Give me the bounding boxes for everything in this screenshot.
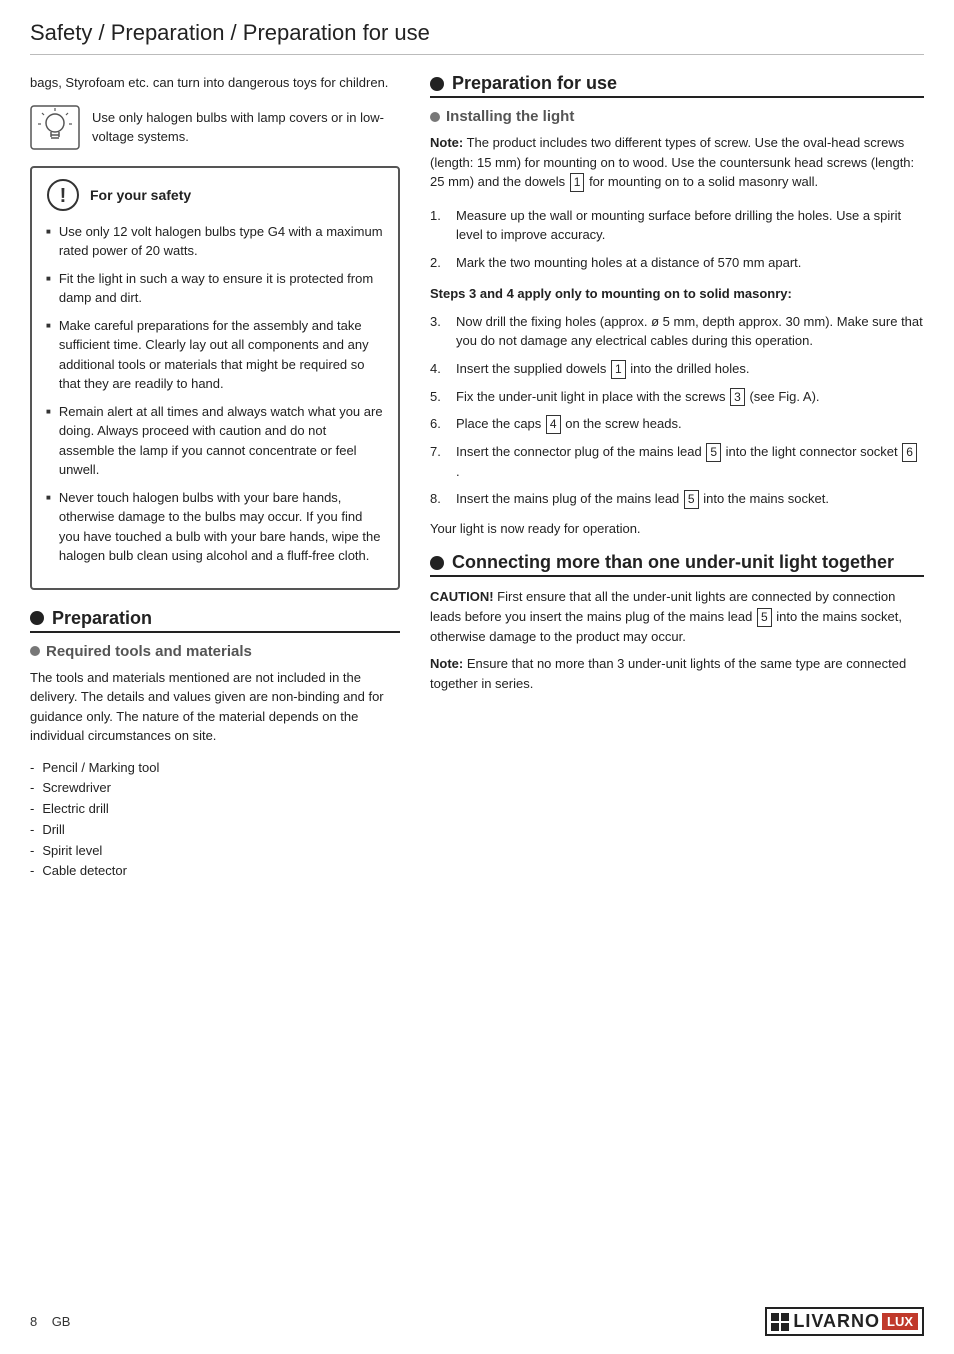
safety-bullet-4: Remain alert at all times and always wat… [46, 402, 384, 480]
initial-steps-list: 1. Measure up the wall or mounting surfa… [430, 206, 924, 273]
brand-sq-2 [781, 1313, 789, 1321]
tools-subheading: Required tools and materials [30, 643, 400, 660]
step-4-num: 4. [430, 359, 448, 379]
prep-for-use-heading: Preparation for use [430, 73, 924, 98]
step-7-ref-6: 6 [902, 443, 917, 462]
tool-5: Spirit level [30, 841, 400, 862]
intro-text: bags, Styrofoam etc. can turn into dange… [30, 73, 400, 93]
installing-subheading: Installing the light [430, 108, 924, 125]
ready-text: Your light is now ready for operation. [430, 521, 924, 536]
caution-text: CAUTION! First ensure that all the under… [430, 587, 924, 646]
safety-bullet-list: Use only 12 volt halogen bulbs type G4 w… [46, 222, 384, 566]
step-6-ref: 4 [546, 415, 561, 434]
step-8-num: 8. [430, 489, 448, 509]
tools-list: Pencil / Marking tool Screwdriver Electr… [30, 758, 400, 883]
page: Safety / Preparation / Preparation for u… [0, 0, 954, 1354]
tool-1: Pencil / Marking tool [30, 758, 400, 779]
step-7-num: 7. [430, 442, 448, 481]
brand-sq-4 [781, 1323, 789, 1331]
brand-logo: LIVARNO LUX [765, 1307, 924, 1336]
footer: 8 GB LIVARNO LUX [30, 1307, 924, 1336]
tool-4: Drill [30, 820, 400, 841]
masonry-header: Steps 3 and 4 apply only to mounting on … [430, 284, 924, 304]
caution-note-label: Note: [430, 656, 463, 671]
tools-dot [30, 646, 40, 656]
preparation-dot [30, 611, 44, 625]
exclamation-icon: ! [46, 178, 80, 212]
tool-3: Electric drill [30, 799, 400, 820]
preparation-heading: Preparation [30, 608, 400, 633]
brand-squares-icon [771, 1313, 789, 1331]
safety-bullet-2: Fit the light in such a way to ensure it… [46, 269, 384, 308]
tools-body: The tools and materials mentioned are no… [30, 668, 400, 746]
right-column: Preparation for use Installing the light… [430, 73, 924, 892]
step-1-num: 1. [430, 206, 448, 245]
step-5-ref: 3 [730, 388, 745, 407]
step-8: 8. Insert the mains plug of the mains le… [430, 489, 924, 509]
step-5-num: 5. [430, 387, 448, 407]
safety-bullet-5: Never touch halogen bulbs with your bare… [46, 488, 384, 566]
step-6-num: 6. [430, 414, 448, 434]
connecting-heading: Connecting more than one under-unit ligh… [430, 552, 924, 577]
step-7-ref-5: 5 [706, 443, 721, 462]
step-4: 4. Insert the supplied dowels 1 into the… [430, 359, 924, 379]
safety-box: ! For your safety Use only 12 volt halog… [30, 166, 400, 590]
bulb-icon [30, 105, 80, 150]
step-7: 7. Insert the connector plug of the main… [430, 442, 924, 481]
bulb-note: Use only halogen bulbs with lamp covers … [92, 108, 400, 147]
content-columns: bags, Styrofoam etc. can turn into dange… [30, 73, 924, 892]
note-ref-1: 1 [570, 173, 585, 192]
page-number: 8 GB [30, 1314, 70, 1329]
brand-sq-1 [771, 1313, 779, 1321]
left-column: bags, Styrofoam etc. can turn into dange… [30, 73, 400, 892]
step-3: 3. Now drill the fixing holes (approx. ø… [430, 312, 924, 351]
safety-bullet-1: Use only 12 volt halogen bulbs type G4 w… [46, 222, 384, 261]
svg-text:!: ! [60, 185, 67, 207]
connecting-dot [430, 556, 444, 570]
bulb-warning-row: Use only halogen bulbs with lamp covers … [30, 105, 400, 150]
safety-bullet-3: Make careful preparations for the assemb… [46, 316, 384, 394]
installing-dot [430, 112, 440, 122]
prep-for-use-dot [430, 77, 444, 91]
safety-header: ! For your safety [46, 178, 384, 212]
brand-lux: LUX [882, 1313, 918, 1330]
caution-note: Note: Ensure that no more than 3 under-u… [430, 654, 924, 693]
step-2: 2. Mark the two mounting holes at a dist… [430, 253, 924, 273]
installing-note: Note: The product includes two different… [430, 133, 924, 192]
brand-sq-3 [771, 1323, 779, 1331]
step-5: 5. Fix the under-unit light in place wit… [430, 387, 924, 407]
step-6: 6. Place the caps 4 on the screw heads. [430, 414, 924, 434]
safety-title: For your safety [90, 187, 191, 203]
tool-6: Cable detector [30, 861, 400, 882]
step-4-ref: 1 [611, 360, 626, 379]
caution-label: CAUTION! [430, 589, 494, 604]
caution-ref: 5 [757, 608, 772, 627]
page-title: Safety / Preparation / Preparation for u… [30, 20, 924, 55]
tool-2: Screwdriver [30, 778, 400, 799]
note-label: Note: [430, 135, 463, 150]
brand-name: LIVARNO [793, 1311, 880, 1332]
step-3-num: 3. [430, 312, 448, 351]
step-1: 1. Measure up the wall or mounting surfa… [430, 206, 924, 245]
step-2-num: 2. [430, 253, 448, 273]
step-8-ref: 5 [684, 490, 699, 509]
masonry-steps-list: 3. Now drill the fixing holes (approx. ø… [430, 312, 924, 509]
